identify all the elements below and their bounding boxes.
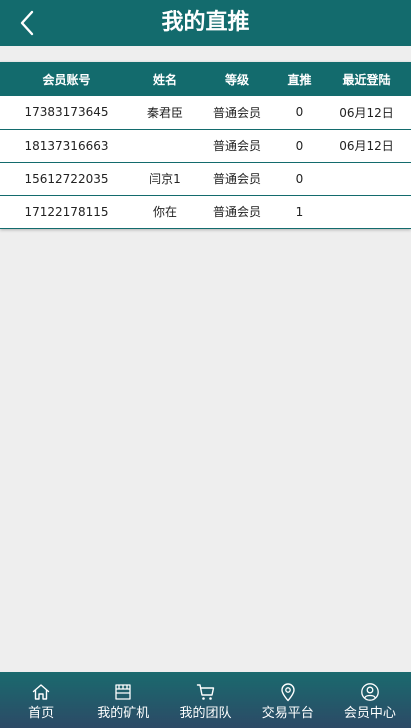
column-header-level: 等级 — [224, 72, 249, 87]
cell-direct: 0 — [295, 105, 304, 120]
nav-item-trading[interactable]: 交易平台 — [247, 672, 329, 728]
cell-direct: 0 — [295, 171, 304, 186]
table-header-row: 会员账号 姓名 等级 直推 最近登陆 — [0, 62, 411, 96]
cell-name: 闫京1 — [149, 172, 181, 186]
cell-name: 秦君臣 — [146, 105, 183, 120]
cell-last-login: 06月12日 — [339, 139, 394, 153]
nav-label-home: 首页 — [28, 706, 55, 721]
cell-level: 普通会员 — [212, 172, 261, 186]
nav-item-team[interactable]: 我的团队 — [164, 672, 246, 728]
top-bar: 我的直推 — [0, 0, 411, 46]
home-icon — [32, 684, 50, 700]
chevron-left-icon — [20, 10, 34, 36]
cell-direct: 0 — [295, 138, 304, 153]
nav-label-team: 我的团队 — [179, 706, 232, 721]
members-table: 会员账号 姓名 等级 直推 最近登陆 17383173645 秦君臣 普通会员 … — [0, 62, 411, 229]
nav-label-trading: 交易平台 — [261, 706, 314, 721]
nav-item-home[interactable]: 首页 — [0, 672, 82, 728]
nav-label-miners: 我的矿机 — [97, 706, 150, 721]
back-button[interactable] — [12, 8, 42, 38]
cell-name: 你在 — [152, 205, 177, 219]
cell-account: 17122178115 — [24, 204, 109, 219]
nav-item-miners[interactable]: 我的矿机 — [82, 672, 164, 728]
table-row: 17122178115 你在 普通会员 1 — [0, 195, 411, 228]
cell-last-login — [322, 195, 411, 228]
cart-icon — [196, 684, 214, 700]
cell-level: 普通会员 — [212, 105, 261, 120]
cell-level: 普通会员 — [212, 139, 261, 153]
cell-last-login: 06月12日 — [339, 105, 394, 120]
cell-account: 18137316663 — [24, 138, 109, 153]
nav-label-member-center: 会员中心 — [343, 706, 396, 721]
table-row: 18137316663 普通会员 0 06月12日 — [0, 129, 411, 162]
store-icon — [115, 684, 131, 700]
bottom-nav: 首页 我的矿机 我的团队 交易平台 会员中心 — [0, 672, 411, 728]
cell-account: 17383173645 — [24, 105, 109, 120]
table-row: 17383173645 秦君臣 普通会员 0 06月12日 — [0, 96, 411, 129]
cell-account: 15612722035 — [24, 171, 109, 186]
members-table-container: 会员账号 姓名 等级 直推 最近登陆 17383173645 秦君臣 普通会员 … — [0, 62, 411, 229]
column-header-last-login: 最近登陆 — [342, 72, 391, 87]
cell-direct: 1 — [295, 204, 304, 219]
column-header-account: 会员账号 — [42, 72, 91, 87]
page-title: 我的直推 — [161, 10, 250, 35]
location-pin-icon — [281, 683, 295, 702]
cell-last-login — [322, 162, 411, 195]
column-header-name: 姓名 — [152, 72, 177, 87]
user-icon — [361, 683, 379, 701]
cell-name — [133, 129, 197, 162]
column-header-direct: 直推 — [287, 72, 312, 87]
cell-level: 普通会员 — [212, 205, 261, 219]
nav-item-member-center[interactable]: 会员中心 — [329, 672, 411, 728]
table-row: 15612722035 闫京1 普通会员 0 — [0, 162, 411, 195]
